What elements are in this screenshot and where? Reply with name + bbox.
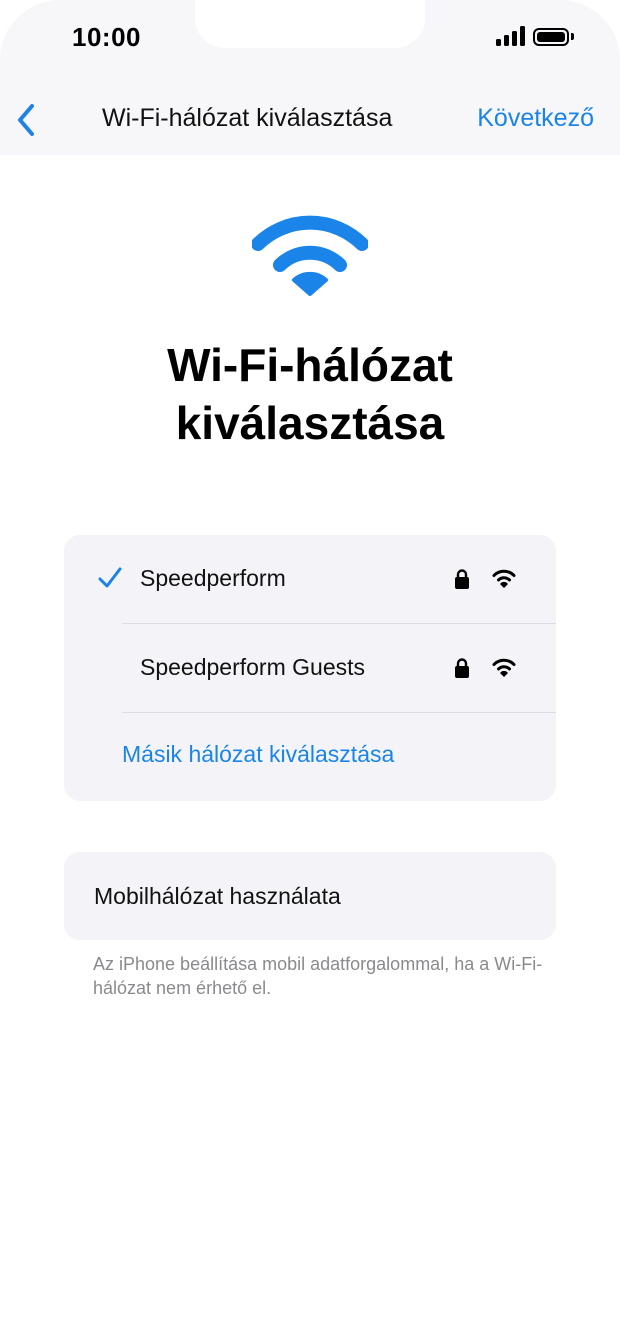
page-title: Wi-Fi-hálózat kiválasztása (167, 339, 453, 449)
cellular-label: Mobilhálózat használata (94, 883, 341, 909)
lock-icon (455, 569, 469, 589)
next-button[interactable]: Következő (477, 104, 594, 133)
signal-bars-icon (496, 26, 525, 46)
divider (122, 712, 556, 713)
network-name: Speedperform (140, 565, 286, 591)
wifi-icon (252, 215, 368, 296)
device-notch (195, 0, 425, 48)
phone-screen: 10:00 Wi-Fi-hálózat kiválasztása Követke… (0, 0, 620, 1342)
status-icons (496, 26, 574, 46)
network-list: Speedperform Speedperform Guests Másik h… (64, 535, 556, 801)
network-name: Speedperform Guests (140, 654, 366, 680)
network-row-speedperform-guests[interactable]: Speedperform Guests (64, 624, 556, 712)
battery-cap (571, 33, 574, 40)
cellular-footnote: Az iPhone beállítása mobil adatforgalomm… (93, 954, 543, 998)
choose-other-network-link[interactable]: Másik hálózat kiválasztása (122, 741, 394, 768)
lock-icon (455, 658, 469, 678)
wifi-signal-icon (492, 569, 516, 588)
nav-title: Wi-Fi-hálózat kiválasztása (102, 104, 393, 132)
back-button[interactable] (12, 100, 42, 140)
wifi-signal-icon (492, 658, 516, 677)
checkmark-icon (98, 567, 122, 588)
chevron-left-icon (18, 104, 34, 136)
network-row-speedperform[interactable]: Speedperform (64, 535, 556, 623)
use-cellular-button[interactable]: Mobilhálózat használata (64, 852, 556, 940)
battery-full-icon (533, 28, 569, 46)
status-time: 10:00 (72, 22, 141, 52)
